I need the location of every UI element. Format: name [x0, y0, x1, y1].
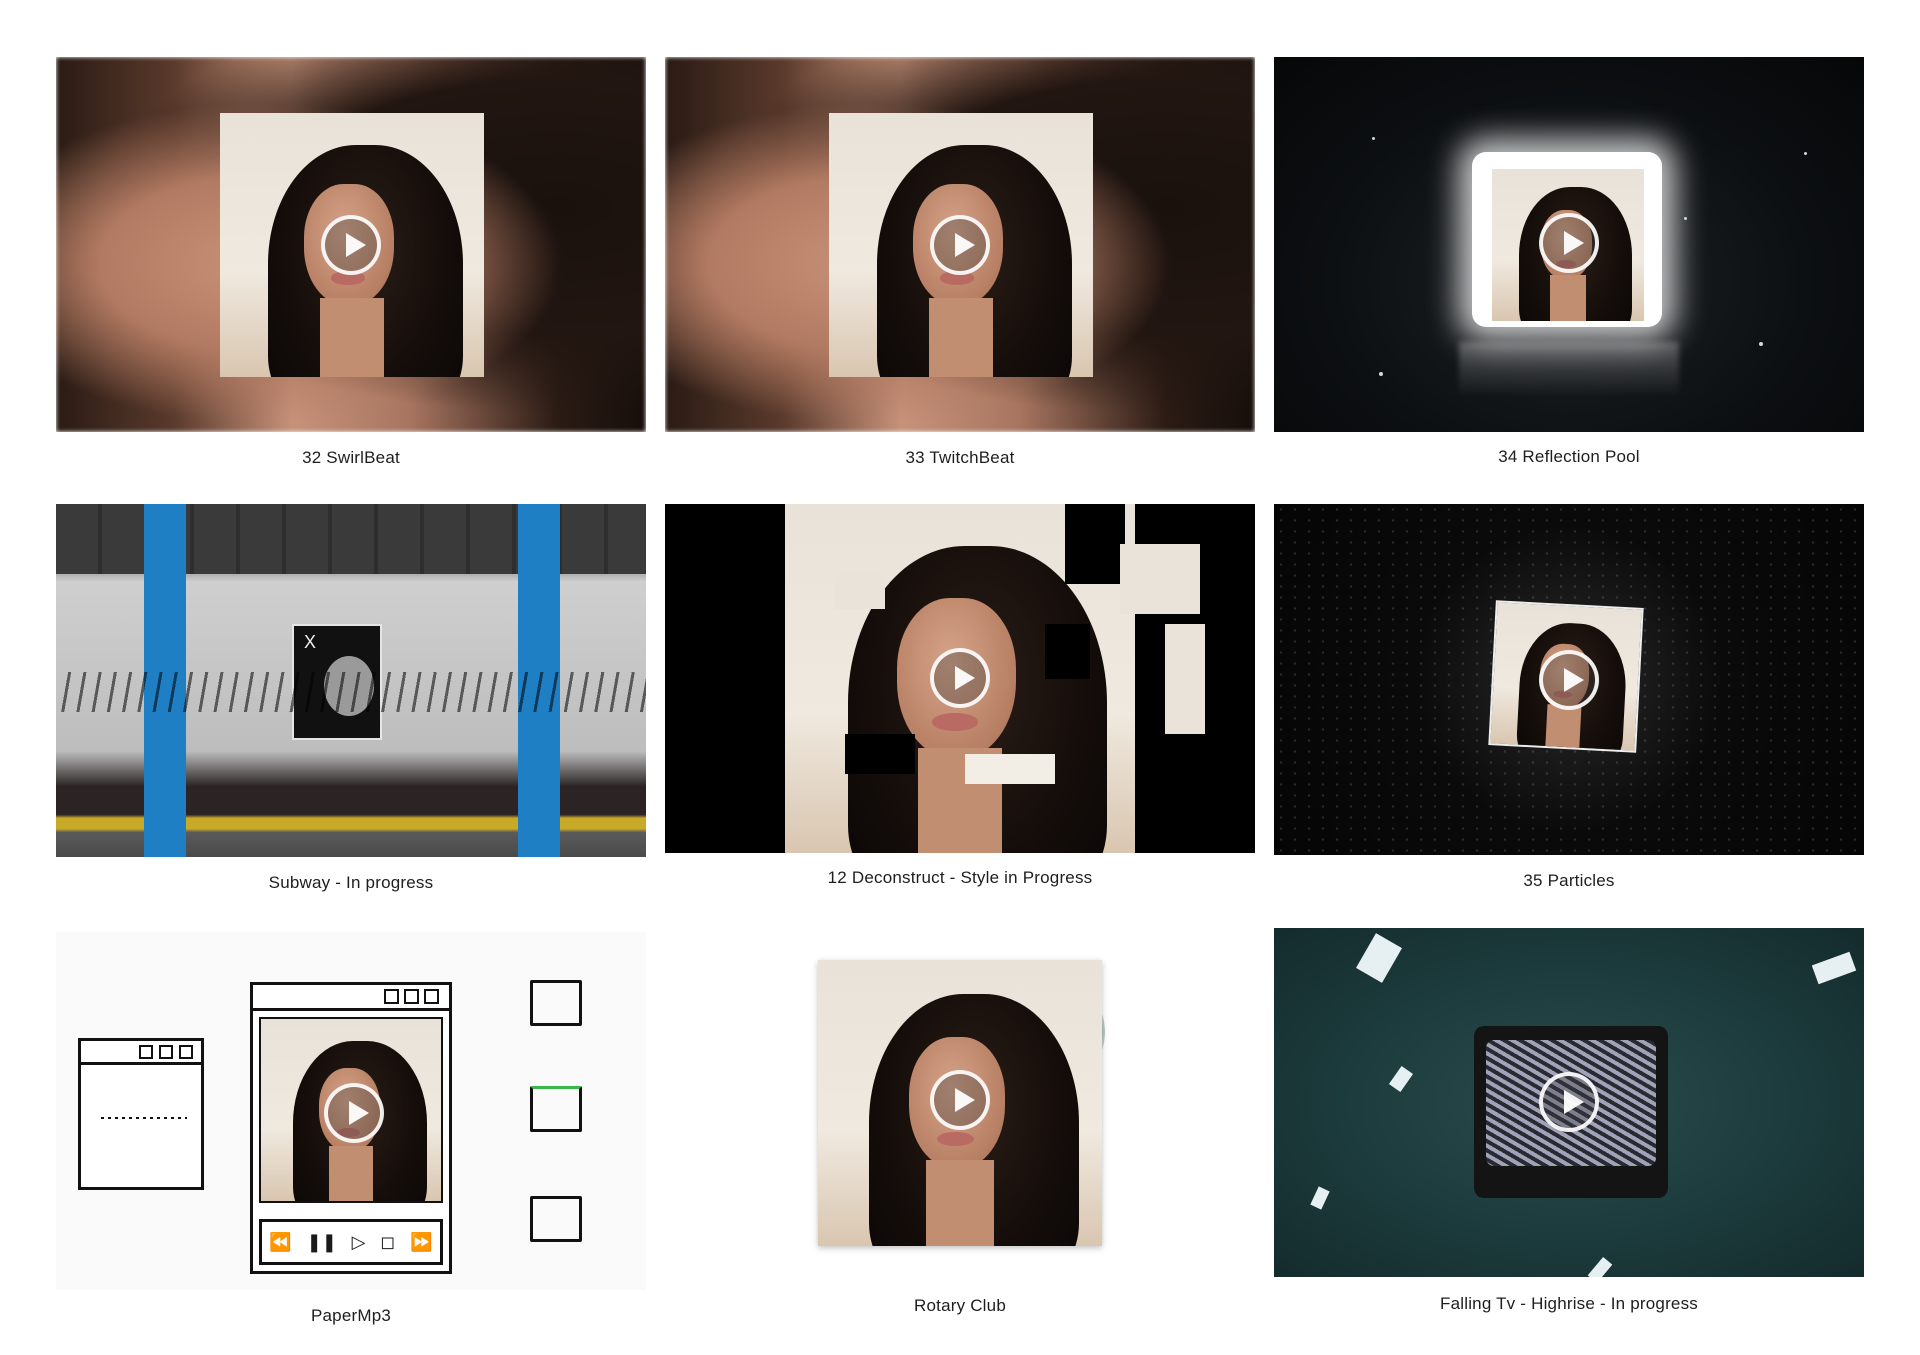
play-icon[interactable]: [930, 648, 990, 708]
video-thumbnail[interactable]: [665, 932, 1255, 1290]
gallery-card-twitchbeat[interactable]: 33 TwitchBeat: [665, 57, 1255, 467]
card-caption: 34 Reflection Pool: [1498, 447, 1640, 466]
video-thumbnail[interactable]: [1274, 57, 1864, 432]
close-icon[interactable]: [424, 989, 439, 1004]
gallery-card-deconstruct[interactable]: 12 Deconstruct - Style in Progress: [665, 504, 1255, 887]
close-icon[interactable]: [179, 1045, 193, 1059]
card-caption: Subway - In progress: [268, 873, 434, 892]
audio-waveform: [101, 1117, 187, 1119]
maximize-icon[interactable]: [159, 1045, 173, 1059]
player-controls: ⏪ ❚❚ ▷ ◻ ⏩: [259, 1219, 443, 1265]
maximize-icon[interactable]: [404, 989, 419, 1004]
player-window: ⏪ ❚❚ ▷ ◻ ⏩: [250, 982, 452, 1274]
gallery-card-papermp3[interactable]: ⏪ ❚❚ ▷ ◻ ⏩ PaperMp3: [56, 932, 646, 1325]
play-icon[interactable]: ▷: [352, 1232, 366, 1253]
card-caption: 32 SwirlBeat: [302, 448, 400, 467]
play-icon[interactable]: [930, 214, 990, 275]
gallery-card-rotary-club[interactable]: Rotary Club: [665, 932, 1255, 1315]
folder-icon[interactable]: [530, 980, 582, 1026]
gallery-card-falling-tv[interactable]: Falling Tv - Highrise - In progress: [1274, 928, 1864, 1313]
play-icon[interactable]: [1539, 213, 1599, 273]
video-thumbnail[interactable]: [665, 504, 1255, 853]
play-icon[interactable]: [1539, 1072, 1599, 1132]
folder-icon[interactable]: [530, 1196, 582, 1242]
play-icon[interactable]: [324, 1083, 384, 1143]
video-thumbnail[interactable]: [1274, 928, 1864, 1277]
rewind-icon[interactable]: ⏪: [269, 1232, 291, 1253]
side-window: [78, 1038, 204, 1190]
reflection: [1459, 342, 1679, 397]
card-caption: 12 Deconstruct - Style in Progress: [827, 868, 1093, 887]
gallery-card-subway[interactable]: X Subway - In progress: [56, 504, 646, 892]
gallery-card-reflection-pool[interactable]: 34 Reflection Pool: [1274, 57, 1864, 466]
gallery-card-swirlbeat[interactable]: 32 SwirlBeat: [56, 57, 646, 467]
card-caption: 33 TwitchBeat: [905, 448, 1015, 467]
video-thumbnail[interactable]: [56, 57, 646, 432]
pause-icon[interactable]: ❚❚: [307, 1232, 337, 1253]
play-icon[interactable]: [321, 214, 381, 275]
fast-forward-icon[interactable]: ⏩: [410, 1232, 432, 1253]
video-thumbnail[interactable]: [665, 57, 1255, 432]
graffiti: [56, 672, 646, 712]
card-caption: 35 Particles: [1523, 871, 1615, 890]
gallery-card-particles[interactable]: 35 Particles: [1274, 504, 1864, 890]
minimize-icon[interactable]: [139, 1045, 153, 1059]
minimize-icon[interactable]: [384, 989, 399, 1004]
card-caption: PaperMp3: [310, 1306, 392, 1325]
play-icon[interactable]: [930, 1070, 990, 1130]
card-caption: Falling Tv - Highrise - In progress: [1440, 1294, 1698, 1313]
card-caption: Rotary Club: [914, 1296, 1006, 1315]
video-thumbnail[interactable]: ⏪ ❚❚ ▷ ◻ ⏩: [56, 932, 646, 1290]
play-icon[interactable]: [1539, 649, 1599, 710]
folder-icon[interactable]: [530, 1086, 582, 1132]
video-thumbnail[interactable]: X: [56, 504, 646, 857]
video-thumbnail[interactable]: [1274, 504, 1864, 855]
stop-icon[interactable]: ◻: [380, 1232, 395, 1253]
